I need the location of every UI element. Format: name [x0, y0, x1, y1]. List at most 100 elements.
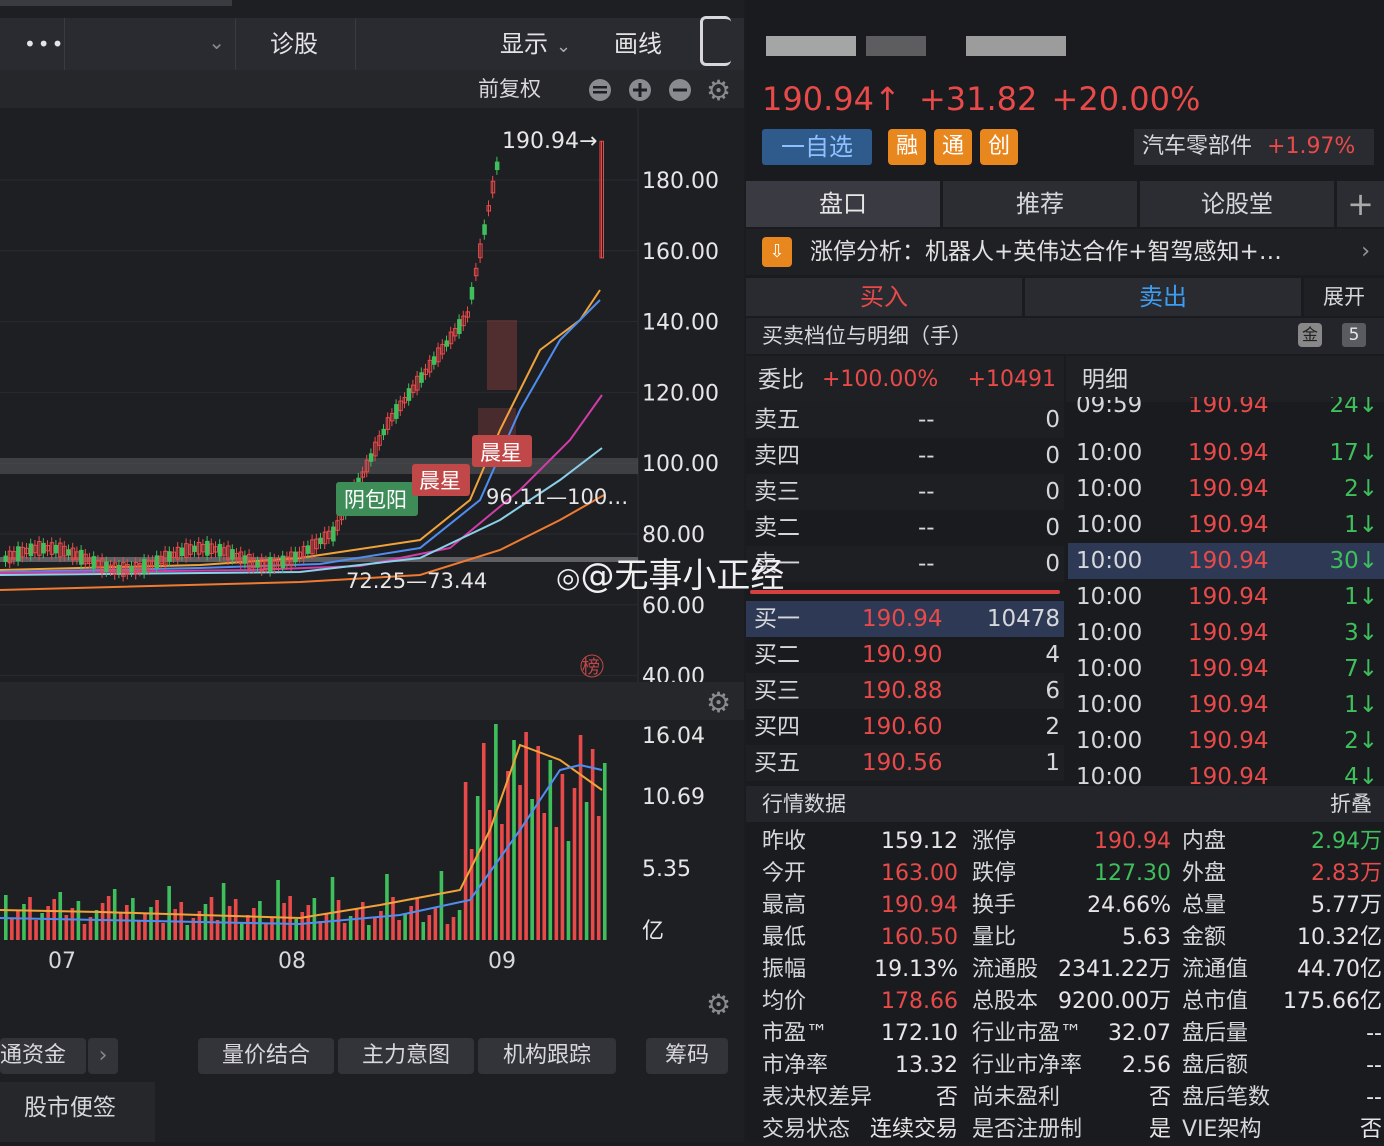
ask-volume: 0: [1045, 479, 1060, 505]
add-tab-button[interactable]: +: [1337, 181, 1384, 227]
tab-vol-price[interactable]: 量价结合: [198, 1038, 334, 1074]
more-button[interactable]: •••: [24, 18, 65, 70]
volume-bar: [324, 914, 329, 940]
level2-icon[interactable]: 金: [1298, 323, 1322, 347]
bid-row[interactable]: 买一 190.94 10478: [746, 601, 1064, 637]
candle: [154, 555, 160, 569]
tab-chips[interactable]: 筹码: [646, 1038, 728, 1074]
candle: [280, 555, 286, 569]
volume-bar: [270, 917, 274, 940]
volume-bar: [143, 914, 147, 940]
expand-button[interactable]: 展开: [1304, 278, 1384, 316]
ask-price: --: [918, 515, 935, 541]
pattern-tag-text: 晨星: [419, 469, 461, 493]
ask-row[interactable]: 卖五 -- 0: [746, 402, 1064, 438]
bid-row[interactable]: 买四 190.60 2: [746, 709, 1064, 745]
tick-volume: 1↓: [1344, 692, 1378, 718]
stat-value: 178.66: [881, 989, 958, 1014]
tick-time: 09:59: [1076, 397, 1143, 418]
volume-bar: [137, 921, 141, 940]
tick-row[interactable]: 10:00 190.94 2↓: [1068, 723, 1384, 759]
volume-axis: 16.04 10.69 5.35 亿: [642, 724, 705, 944]
indicator-tabs: 通资金 › 量价结合 主力意图 机构跟踪 筹码: [0, 1032, 744, 1080]
chevron-down-icon: ⌄: [556, 36, 572, 57]
tick-row[interactable]: 09:59 190.94 24↓: [1068, 397, 1384, 421]
candle: [179, 547, 185, 557]
tab-main-intent[interactable]: 主力意图: [338, 1038, 474, 1074]
volume-bar: [421, 922, 426, 940]
diagnose-button[interactable]: 诊股: [270, 18, 318, 70]
ask-row[interactable]: 卖一 -- 0: [746, 546, 1064, 582]
bid-price: 190.88: [862, 678, 943, 704]
stat-label: 昨收: [762, 829, 807, 854]
depth-level-badge[interactable]: 5: [1342, 323, 1366, 347]
sector-chip[interactable]: 汽车零部件 +1.97%: [1134, 129, 1374, 165]
volume-bar: [16, 911, 20, 940]
tab-forum[interactable]: 论股堂: [1140, 181, 1334, 227]
ask-row[interactable]: 卖三 -- 0: [746, 474, 1064, 510]
weibi-pct: +100.00%: [822, 367, 939, 392]
tab-capital[interactable]: 通资金: [0, 1038, 86, 1074]
volume-bar: [427, 915, 432, 940]
stat-label: 尚未盈利: [972, 1085, 1061, 1110]
volume-bar: [264, 924, 268, 940]
volume-bar: [590, 749, 595, 940]
sell-button[interactable]: 卖出: [1025, 278, 1301, 316]
tick-row[interactable]: 10:00 190.94 17↓: [1068, 435, 1384, 471]
tick-row[interactable]: 10:00 190.94 2↓: [1068, 471, 1384, 507]
sidebar-toggle-icon[interactable]: [700, 16, 731, 66]
volume-bar: [494, 724, 498, 940]
tick-row[interactable]: 10:00 190.94 30↓: [1068, 543, 1384, 579]
limit-analysis-bar[interactable]: ⇩ 涨停分析：机器人+英伟达合作+智驾感知+… ›: [746, 229, 1384, 275]
volume-bar: [58, 892, 63, 940]
bid-row[interactable]: 买二 190.90 4: [746, 637, 1064, 673]
stat-value: 19.13%: [874, 957, 958, 982]
tick-row[interactable]: 10:00 190.94 7↓: [1068, 651, 1384, 687]
zone-label-lower: 72.25—73.44: [346, 569, 487, 593]
zone-label-upper: 96.11—100…: [486, 485, 628, 509]
stock-name-blurred: [866, 36, 926, 56]
candle: [242, 555, 248, 564]
stat-value: 24.66%: [1087, 893, 1171, 918]
ask-price: --: [918, 479, 935, 505]
volume-bar: [70, 908, 75, 940]
stat-value: --: [1366, 1085, 1382, 1110]
tick-row[interactable]: 10:00 190.94 3↓: [1068, 615, 1384, 651]
tick-time: 10:00: [1076, 692, 1143, 718]
ask-row[interactable]: 卖二 -- 0: [746, 510, 1064, 546]
fold-button[interactable]: 折叠: [1330, 786, 1372, 822]
sector-name: 汽车零部件: [1142, 134, 1253, 159]
stock-notes-button[interactable]: 股市便签: [0, 1082, 155, 1142]
tick-row[interactable]: 10:00 190.94 1↓: [1068, 507, 1384, 543]
volume-bar: [373, 918, 377, 940]
bid-row[interactable]: 买三 190.88 6: [746, 673, 1064, 709]
tab-inst-track[interactable]: 机构跟踪: [478, 1038, 616, 1074]
buy-button[interactable]: 买入: [746, 278, 1022, 316]
stat-label: 总股本: [972, 989, 1039, 1014]
ask-row[interactable]: 卖四 -- 0: [746, 438, 1064, 474]
volume-bar: [209, 897, 214, 940]
stat-label: 盘后笔数: [1182, 1085, 1271, 1110]
stat-value: 163.00: [881, 861, 958, 886]
draw-line-button[interactable]: 画线: [614, 18, 662, 70]
candle: [255, 561, 260, 568]
stat-value: 2341.22万: [1058, 957, 1171, 982]
volume-bar: [385, 874, 389, 940]
candle: [91, 556, 97, 569]
bid-volume: 10478: [986, 606, 1060, 632]
display-button[interactable]: 显示 ⌄: [500, 18, 571, 70]
tab-order-book[interactable]: 盘口: [746, 181, 940, 227]
stat-value: 5.77万: [1311, 893, 1382, 918]
chevron-right-icon[interactable]: ›: [88, 1038, 118, 1074]
bid-level-label: 买三: [754, 678, 800, 704]
tick-row[interactable]: 10:00 190.94 1↓: [1068, 579, 1384, 615]
bid-row[interactable]: 买五 190.56 1: [746, 745, 1064, 781]
watchlist-button[interactable]: 一自选: [762, 129, 872, 165]
bid-level-label: 买一: [754, 606, 800, 632]
volume-bar: [167, 886, 171, 940]
bid-volume: 1: [1045, 750, 1060, 776]
volume-bar: [22, 904, 26, 940]
tick-row[interactable]: 10:00 190.94 1↓: [1068, 687, 1384, 723]
period-select[interactable]: ⌄: [64, 18, 236, 70]
tab-recommend[interactable]: 推荐: [943, 181, 1137, 227]
